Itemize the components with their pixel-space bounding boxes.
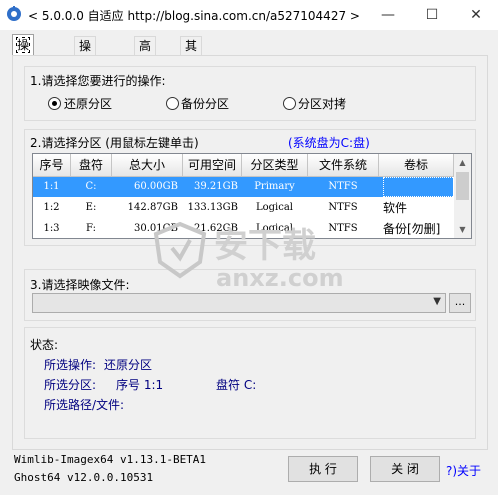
cell-volume: 软件 (383, 201, 408, 215)
tab-disk[interactable]: 操作硬盘 (74, 36, 97, 110)
column-header[interactable]: 可用空间 (183, 154, 242, 177)
window-title: < 5.0.0.0 自适应 http://blog.sina.com.cn/a5… (28, 9, 360, 23)
cell-drive: E: (85, 202, 97, 213)
image-label: 3.请选择映像文件: (30, 278, 130, 292)
maximize-button[interactable]: ☐ (410, 0, 454, 30)
cell-type: Primary (254, 181, 295, 192)
selected-op-value: 还原分区 (104, 358, 153, 372)
cell-fs: NTFS (328, 181, 358, 192)
tab-partition[interactable]: 操作分区 (12, 34, 35, 116)
selected-part-no: 序号 1:1 (116, 378, 164, 392)
scroll-down-icon[interactable]: ▼ (454, 221, 471, 238)
cell-volume: 备份[勿删] (383, 222, 441, 236)
column-header[interactable]: 卷标 (379, 154, 454, 177)
column-header[interactable]: 序号 (33, 154, 71, 177)
cell-type: Logical (255, 223, 294, 234)
table-scrollbar[interactable]: ▲ ▼ (454, 154, 471, 238)
column-header[interactable]: 分区类型 (242, 154, 308, 177)
image-file-combo[interactable]: ▼ (32, 293, 446, 313)
cell-drive: C: (85, 181, 97, 192)
execute-button[interactable]: 执 行 (288, 456, 358, 482)
cell-total: 60.00GB (134, 181, 178, 192)
cell-free: 21.62GB (194, 223, 238, 234)
selected-path-label: 所选路径/文件: (44, 398, 125, 412)
table-row[interactable]: 1:1 C: 60.00GB 39.21GB Primary NTFS (33, 177, 455, 197)
close-button[interactable]: 关 闭 (370, 456, 440, 482)
selected-part-label: 所选分区: (44, 378, 97, 392)
selected-op-label: 所选操作: (44, 358, 97, 372)
title-bar: < 5.0.0.0 自适应 http://blog.sina.com.cn/a5… (0, 0, 498, 30)
operation-label: 1.请选择您要进行的操作: (30, 74, 166, 88)
cell-index: 1:2 (43, 202, 60, 213)
partition-table[interactable]: 序号 盘符 总大小 可用空间 分区类型 文件系统 卷标 1:1 C: 60.00… (32, 153, 472, 239)
radio-backup[interactable] (166, 97, 179, 110)
cell-total: 142.87GB (127, 202, 178, 213)
cell-free: 133.13GB (187, 202, 238, 213)
cell-type: Logical (255, 202, 294, 213)
system-disk-label: (系统盘为C:盘) (288, 136, 370, 150)
chevron-down-icon[interactable]: ▼ (433, 296, 441, 307)
partition-label: 2.请选择分区 (用鼠标左键单击) (30, 136, 199, 150)
cell-fs: NTFS (328, 223, 358, 234)
scroll-thumb[interactable] (456, 172, 469, 200)
column-header[interactable]: 盘符 (71, 154, 112, 177)
radio-restore-label[interactable]: 还原分区 (64, 95, 112, 112)
selected-part-drive: 盘符 C: (216, 378, 257, 392)
tab-other[interactable]: 其 它 (180, 36, 203, 72)
cell-drive: F: (86, 223, 96, 234)
about-link[interactable]: ?)关于 (446, 462, 481, 479)
column-header[interactable]: 文件系统 (308, 154, 379, 177)
ghost-version: Ghost64 v12.0.0.10531 (14, 471, 154, 484)
cell-index: 1:1 (43, 181, 60, 192)
cell-fs: NTFS (328, 202, 358, 213)
cell-index: 1:3 (43, 223, 60, 234)
cell-volume (383, 177, 455, 197)
table-row[interactable]: 1:3 F: 30.01GB 21.62GB Logical NTFS 备份[勿… (33, 219, 453, 238)
wimlib-version: Wimlib-Imagex64 v1.13.1-BETA1 (14, 453, 207, 466)
status-label: 状态: (30, 338, 59, 352)
cell-total: 30.01GB (134, 223, 178, 234)
radio-backup-label[interactable]: 备份分区 (181, 95, 229, 112)
close-window-button[interactable]: ✕ (454, 0, 498, 30)
browse-button[interactable]: ... (449, 293, 471, 313)
cell-free: 39.21GB (194, 181, 238, 192)
app-icon (6, 6, 22, 22)
table-row[interactable]: 1:2 E: 142.87GB 133.13GB Logical NTFS 软件 (33, 198, 453, 218)
scroll-up-icon[interactable]: ▲ (454, 154, 471, 171)
tab-advanced[interactable]: 高 级 (134, 36, 157, 72)
column-header[interactable]: 总大小 (112, 154, 183, 177)
radio-restore[interactable] (48, 97, 61, 110)
minimize-button[interactable]: — (366, 0, 410, 30)
radio-copy[interactable] (283, 97, 296, 110)
radio-copy-label[interactable]: 分区对拷 (298, 95, 346, 112)
